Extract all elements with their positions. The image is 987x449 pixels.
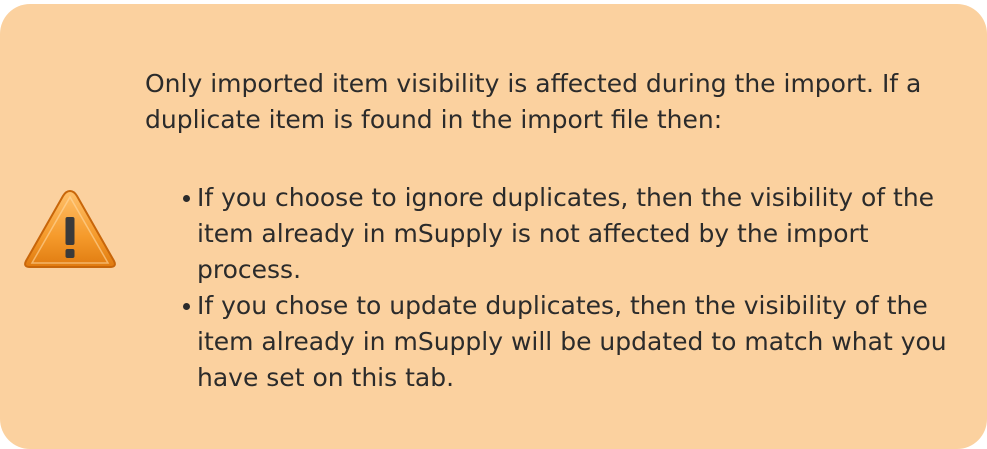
warning-icon	[24, 189, 116, 268]
note-intro: Only imported item visibility is affecte…	[145, 69, 922, 134]
list-item: If you chose to update duplicates, then …	[183, 288, 967, 396]
note-bullet-list: If you choose to ignore duplicates, then…	[145, 180, 965, 396]
list-item: If you choose to ignore duplicates, then…	[183, 180, 967, 288]
note-content: Only imported item visibility is affecte…	[145, 66, 965, 396]
warning-note: Only imported item visibility is affecte…	[0, 4, 987, 449]
